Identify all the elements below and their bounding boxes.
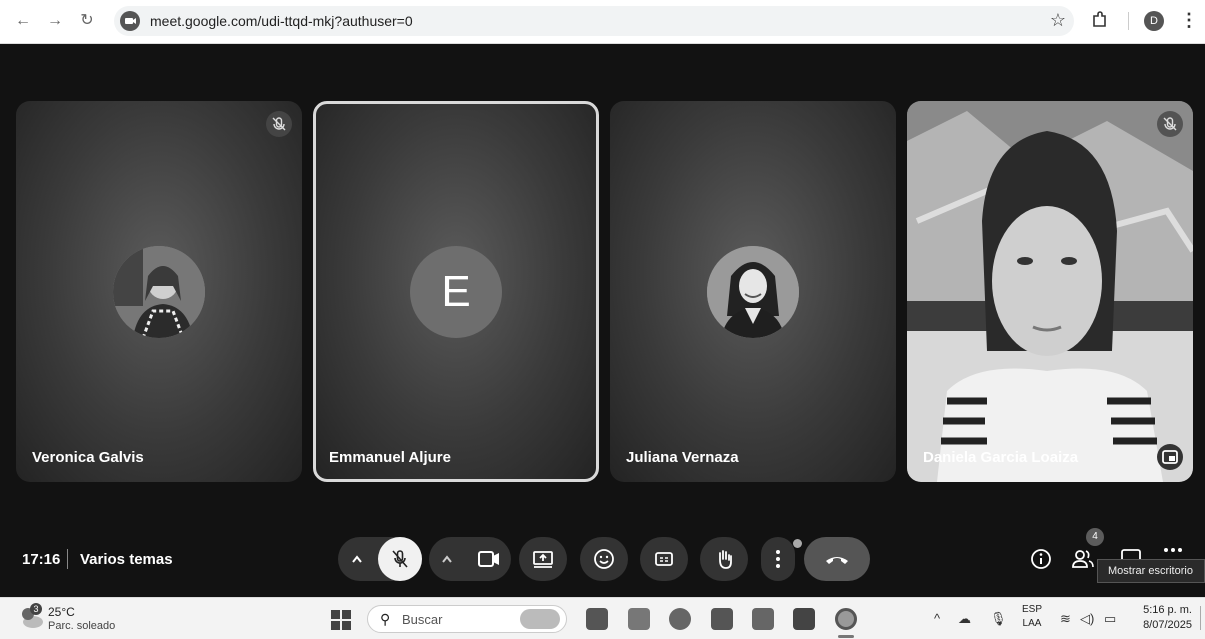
site-info-icon[interactable] [120, 11, 140, 31]
participant-letter-avatar: E [410, 245, 502, 338]
participant-tile-1[interactable]: Veronica Galvis [16, 101, 302, 482]
reactions-button[interactable] [580, 537, 628, 581]
participant-tile-2[interactable]: E Emmanuel Aljure [313, 101, 599, 482]
onedrive-icon[interactable]: ☁ [958, 611, 971, 627]
windows-taskbar: 3 25°C Parc. soleado ⚲ Buscar ^ ☁ 🎙 ESP … [0, 597, 1205, 639]
meeting-info-icon[interactable] [1028, 546, 1054, 572]
participant-tile-3[interactable]: Juliana Vernaza [610, 101, 896, 482]
reload-icon[interactable]: ↻ [76, 10, 98, 32]
audio-control-group [338, 537, 422, 581]
mic-toggle-button[interactable] [378, 537, 422, 581]
chrome-icon[interactable] [835, 608, 857, 630]
toolbar-divider [1128, 12, 1129, 30]
search-highlight-image [520, 609, 560, 629]
browser-menu-icon[interactable]: ⋮ [1180, 10, 1198, 31]
camera-toggle-button[interactable] [467, 537, 511, 581]
search-icon: ⚲ [380, 611, 391, 627]
clock-date: 8/07/2025 [1143, 619, 1192, 631]
muted-mic-icon [266, 111, 292, 137]
search-placeholder: Buscar [402, 612, 443, 627]
system-clock[interactable]: 5:16 p. m. 8/07/2025 [1137, 603, 1192, 633]
participant-name: Emmanuel Aljure [329, 449, 451, 466]
show-desktop-tooltip: Mostrar escritorio [1097, 559, 1205, 583]
address-bar[interactable]: meet.google.com/udi-ttqd-mkj?authuser=0 … [114, 6, 1074, 36]
windows-start-icon[interactable] [331, 610, 351, 630]
show-desktop-button[interactable] [1200, 606, 1201, 630]
picture-in-picture-icon[interactable] [1157, 444, 1183, 470]
back-arrow-icon[interactable]: ← [12, 10, 34, 32]
microphone-icon[interactable]: 🎙 [990, 611, 1007, 627]
participant-name: Juliana Vernaza [626, 449, 739, 466]
meeting-clock: 17:16 [22, 551, 61, 568]
clock-divider [67, 549, 68, 569]
video-options-chevron-icon[interactable] [429, 537, 465, 581]
more-options-button[interactable] [761, 537, 795, 581]
mic-off-icon [392, 550, 408, 568]
clock-time: 5:16 p. m. [1143, 604, 1192, 616]
participant-name: Veronica Galvis [32, 449, 144, 466]
notification-dot [793, 539, 802, 548]
video-control-group [429, 537, 511, 581]
participant-tile-4[interactable]: Daniela Garcia Loaiza [907, 101, 1193, 482]
participant-avatar [113, 245, 205, 338]
extensions-icon[interactable] [1090, 10, 1110, 30]
taskbar-search[interactable]: ⚲ Buscar [367, 605, 567, 633]
wifi-icon[interactable]: ≋ [1060, 611, 1071, 627]
audio-options-chevron-icon[interactable] [338, 537, 376, 581]
url-text[interactable]: meet.google.com/udi-ttqd-mkj?authuser=0 [150, 13, 413, 29]
weather-alert-badge: 3 [30, 603, 42, 615]
forward-arrow-icon[interactable]: → [44, 10, 66, 32]
mcafee-icon[interactable] [793, 608, 815, 630]
emoji-icon [594, 549, 614, 569]
participant-video [907, 101, 1193, 482]
edge-browser-icon[interactable] [669, 608, 691, 630]
meeting-title: Varios temas [80, 551, 173, 568]
task-view-icon[interactable] [586, 608, 608, 630]
weather-temperature[interactable]: 25°C [48, 605, 75, 619]
weather-description[interactable]: Parc. soleado [48, 620, 115, 632]
muted-mic-icon [1157, 111, 1183, 137]
camera-icon [478, 551, 499, 567]
participant-count-badge: 4 [1086, 528, 1104, 546]
outlook-icon[interactable] [711, 608, 733, 630]
file-explorer-icon[interactable] [628, 608, 650, 630]
present-screen-button[interactable] [519, 537, 567, 581]
captions-button[interactable] [640, 537, 688, 581]
raise-hand-button[interactable] [700, 537, 748, 581]
leave-call-button[interactable] [804, 537, 870, 581]
people-icon[interactable] [1070, 546, 1096, 572]
language-code: ESP [1022, 604, 1043, 615]
active-app-indicator [838, 635, 854, 638]
tray-overflow-chevron-icon[interactable]: ^ [934, 611, 940, 626]
microsoft-store-icon[interactable] [752, 608, 774, 630]
hang-up-icon [826, 557, 848, 564]
battery-icon[interactable]: ▭ [1104, 611, 1116, 627]
participant-avatar [707, 245, 799, 338]
participant-name: Daniela Garcia Loaiza [923, 449, 1079, 466]
profile-avatar[interactable]: D [1144, 11, 1164, 31]
hand-icon [719, 550, 732, 569]
volume-icon[interactable]: ◁) [1080, 611, 1094, 627]
browser-toolbar: ← → ↻ meet.google.com/udi-ttqd-mkj?authu… [0, 0, 1205, 44]
present-screen-icon [533, 551, 553, 568]
bookmark-star-icon[interactable]: ☆ [1050, 10, 1066, 31]
input-language[interactable]: ESP LAA [1022, 603, 1042, 631]
captions-icon [655, 552, 673, 566]
more-vert-icon [776, 550, 780, 568]
keyboard-layout: LAA [1022, 618, 1042, 629]
